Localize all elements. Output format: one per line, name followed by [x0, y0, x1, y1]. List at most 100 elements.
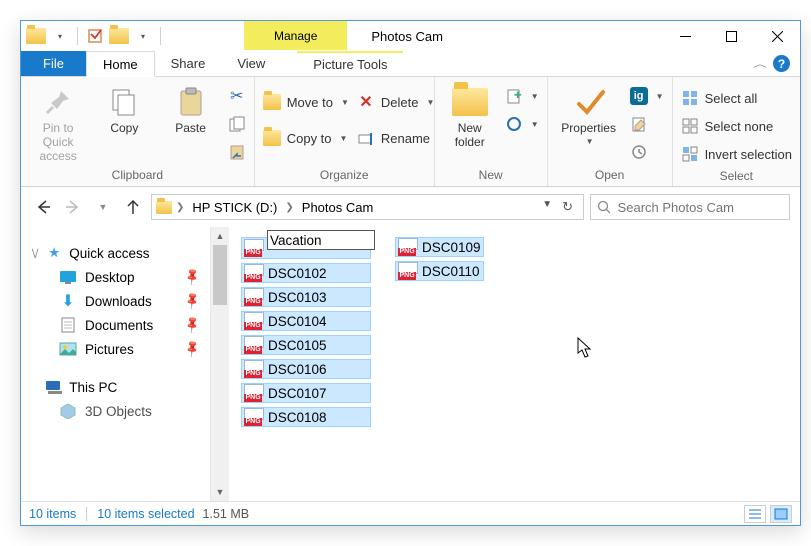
move-to-button[interactable]: Move to▼: [263, 91, 349, 113]
file-name: DSC0107: [268, 386, 327, 401]
png-file-icon: [244, 239, 264, 257]
nav-desktop[interactable]: Desktop 📌: [31, 265, 210, 289]
status-selection-size: 1.51 MB: [203, 507, 250, 521]
file-item[interactable]: DSC0109: [395, 237, 484, 257]
chevron-down-icon: ▼: [340, 134, 348, 143]
history-icon: [630, 143, 648, 161]
qat-properties-icon[interactable]: [84, 25, 106, 47]
file-item[interactable]: DSC0102: [241, 263, 371, 283]
file-name: DSC0104: [268, 314, 327, 329]
file-item[interactable]: DSC0107: [241, 383, 371, 403]
copy-path-icon: [228, 115, 246, 133]
paste-icon: [177, 85, 205, 119]
tab-view[interactable]: View: [221, 51, 281, 76]
maximize-button[interactable]: [708, 21, 754, 51]
delete-icon: ✕: [357, 93, 375, 111]
cut-button[interactable]: ✂: [228, 85, 246, 107]
desktop-icon: [59, 269, 77, 285]
qat-folder-icon[interactable]: [108, 25, 130, 47]
minimize-button[interactable]: [662, 21, 708, 51]
file-item[interactable]: DSC0108: [241, 407, 371, 427]
forward-button[interactable]: [61, 195, 85, 219]
paste-button[interactable]: Paste: [161, 81, 219, 135]
pc-icon: [45, 379, 63, 395]
nav-pictures[interactable]: Pictures 📌: [31, 337, 210, 361]
history-button[interactable]: [630, 141, 664, 163]
nav-3d-objects[interactable]: 3D Objects: [31, 399, 210, 423]
png-file-icon: [398, 262, 418, 280]
breadcrumb-chevron-icon[interactable]: ❯: [285, 202, 293, 213]
copy-path-button[interactable]: [228, 113, 246, 135]
edit-button[interactable]: [630, 113, 664, 135]
nav-this-pc[interactable]: ⋁ This PC: [31, 375, 210, 399]
copy-button[interactable]: Copy: [95, 81, 153, 135]
scroll-thumb[interactable]: [213, 245, 227, 305]
move-to-icon: [263, 93, 281, 111]
file-list[interactable]: DSC0102 DSC0103 DSC0104 DSC0105 DSC0106 DSC01…: [229, 227, 800, 501]
properties-icon: [573, 85, 605, 119]
help-icon[interactable]: ?: [773, 55, 790, 72]
file-item[interactable]: DSC0110: [395, 261, 484, 281]
thumbnails-view-button[interactable]: [770, 505, 792, 523]
easy-access-button[interactable]: ▼: [505, 113, 539, 135]
qat-dropdown-icon[interactable]: ▾: [49, 25, 71, 47]
rename-input[interactable]: [267, 230, 375, 250]
delete-button[interactable]: ✕ Delete▼: [357, 91, 435, 113]
close-button[interactable]: [754, 21, 800, 51]
breadcrumb-drive[interactable]: HP STICK (D:): [188, 200, 281, 215]
paste-shortcut-button[interactable]: [228, 141, 246, 163]
new-folder-button[interactable]: New folder: [443, 81, 497, 149]
contextual-tab-label: Manage: [244, 21, 347, 50]
scroll-down-icon[interactable]: ▼: [211, 483, 229, 501]
properties-button[interactable]: Properties ▼: [556, 81, 622, 146]
file-item[interactable]: DSC0106: [241, 359, 371, 379]
up-button[interactable]: [121, 195, 145, 219]
chevron-down-icon: ▼: [341, 98, 349, 107]
nav-downloads[interactable]: ⬇ Downloads 📌: [31, 289, 210, 313]
address-bar[interactable]: ❯ HP STICK (D:) ❯ Photos Cam ▼ ↻: [151, 194, 584, 220]
tab-picture-tools[interactable]: Picture Tools: [297, 51, 403, 76]
recent-locations-button[interactable]: ▼: [91, 195, 115, 219]
pin-icon: 📌: [182, 315, 202, 335]
view-mode-toggle: [744, 505, 792, 523]
folder-icon: [452, 85, 488, 119]
collapse-ribbon-icon[interactable]: ︿: [753, 58, 767, 70]
copy-to-icon: [263, 129, 281, 147]
window-title: Photos Cam: [347, 21, 662, 51]
tab-share[interactable]: Share: [155, 51, 222, 76]
select-all-button[interactable]: Select all: [681, 87, 792, 109]
file-item[interactable]: DSC0105: [241, 335, 371, 355]
select-none-button[interactable]: Select none: [681, 115, 792, 137]
navpane-scrollbar[interactable]: ▲ ▼: [211, 227, 229, 501]
refresh-icon[interactable]: ↻: [556, 199, 579, 215]
copy-to-button[interactable]: Copy to▼: [263, 127, 349, 149]
breadcrumb-folder[interactable]: Photos Cam: [298, 200, 378, 215]
scroll-up-icon[interactable]: ▲: [211, 227, 229, 245]
new-item-button[interactable]: ✚▼: [505, 85, 539, 107]
open-button[interactable]: ig▼: [630, 85, 664, 107]
pin-to-quick-access-button[interactable]: Pin to Quick access: [29, 81, 87, 163]
details-view-button[interactable]: [744, 505, 766, 523]
tab-file[interactable]: File: [21, 51, 86, 76]
png-file-icon: [244, 264, 264, 282]
file-item[interactable]: DSC0103: [241, 287, 371, 307]
back-button[interactable]: [31, 195, 55, 219]
folder-icon: [156, 201, 172, 214]
tab-home[interactable]: Home: [86, 51, 155, 77]
navigation-pane: ⋁ ★ Quick access Desktop 📌 ⬇ Downloads 📌…: [21, 227, 211, 501]
search-box[interactable]: [590, 194, 790, 220]
file-item[interactable]: DSC0104: [241, 311, 371, 331]
group-label-new: New: [443, 164, 539, 186]
search-input[interactable]: [616, 199, 783, 216]
address-dropdown-icon[interactable]: ▼: [542, 199, 552, 215]
pin-icon: [43, 85, 73, 119]
nav-quick-access[interactable]: ⋁ ★ Quick access: [31, 241, 210, 265]
rename-button[interactable]: Rename: [357, 127, 435, 149]
invert-selection-button[interactable]: Invert selection: [681, 143, 792, 165]
breadcrumb-chevron-icon[interactable]: ❯: [176, 202, 184, 213]
scissors-icon: ✂: [228, 87, 246, 105]
nav-documents[interactable]: Documents 📌: [31, 313, 210, 337]
status-item-count: 10 items: [29, 507, 76, 521]
qat-dropdown2-icon[interactable]: ▾: [132, 25, 154, 47]
downloads-icon: ⬇: [59, 293, 77, 309]
